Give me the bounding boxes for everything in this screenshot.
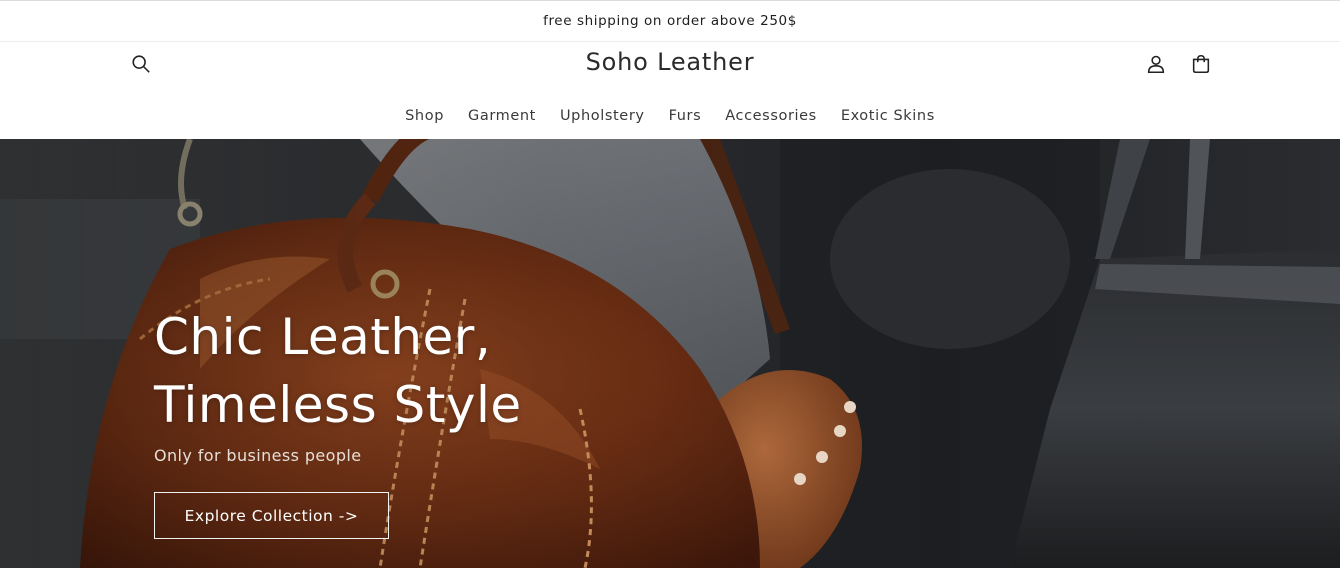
nav-item-accessories[interactable]: Accessories [725,108,817,124]
main-nav: Shop Garment Upholstery Furs Accessories… [0,108,1340,124]
nav-item-garment[interactable]: Garment [468,108,536,124]
hero-banner: Chic Leather, Timeless Style Only for bu… [0,139,1340,568]
nav-item-shop[interactable]: Shop [405,108,444,124]
hero-title-line-2: Timeless Style [154,376,522,434]
hero-title-line-1: Chic Leather, [154,308,492,366]
brand-logo: Soho Leather [0,48,1340,76]
user-icon [1147,55,1165,74]
announcement-bar: free shipping on order above 250$ [0,0,1340,42]
cart-button[interactable] [1187,50,1215,78]
hero-subtitle: Only for business people [154,446,362,465]
brand-name-link[interactable]: Soho Leather [586,48,755,76]
cart-icon [1192,54,1210,74]
announcement-text: free shipping on order above 250$ [543,13,797,29]
nav-item-furs[interactable]: Furs [669,108,702,124]
nav-item-upholstery[interactable]: Upholstery [560,108,645,124]
nav-item-exotic-skins[interactable]: Exotic Skins [841,108,935,124]
account-button[interactable] [1142,50,1170,78]
hero-title: Chic Leather, Timeless Style [154,303,522,439]
explore-collection-button[interactable]: Explore Collection -> [154,492,389,539]
site-header: Soho Leather Shop Garment Upholstery Fur… [0,42,1340,139]
